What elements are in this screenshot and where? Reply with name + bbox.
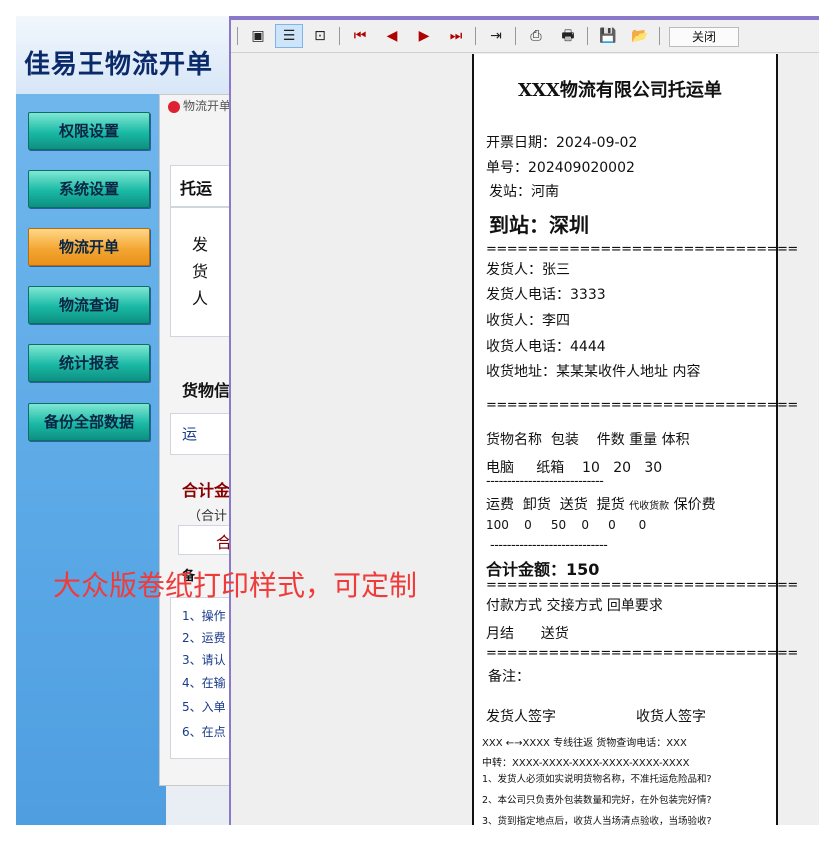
notice-item-5: 5、入单 (182, 700, 226, 714)
print-preview-window: ▣ ☰ ⊡ ⏮ ◀ ▶ ⏭ ⇥ ⎙ 🖶 💾 📂 关闭 XXX物流有限公司托运单 … (229, 16, 819, 825)
print-setup-icon[interactable]: ⎙ (523, 25, 549, 47)
fit-page-icon[interactable]: ⊡ (307, 25, 333, 47)
notice-item-3: 3、请认 (182, 653, 226, 667)
receipt-separator: ============================== (486, 578, 798, 593)
app-title: 佳易王物流开单 (24, 50, 214, 80)
receipt-receiver-signature: 收货人签字 (636, 709, 706, 725)
receipt-order-no: 单号：202409020002 (486, 160, 635, 176)
receipt-total: 合计金额：150 (486, 560, 600, 579)
last-page-icon[interactable]: ⏭ (443, 25, 469, 47)
receipt-separator: ============================== (486, 398, 798, 413)
total-sub-label: （合计 (188, 509, 228, 524)
receipt-receiver-phone: 收货人电话：4444 (486, 339, 606, 355)
toolbar-grip (237, 27, 238, 45)
preview-toolbar: ▣ ☰ ⊡ ⏮ ◀ ▶ ⏭ ⇥ ⎙ 🖶 💾 📂 关闭 (231, 20, 819, 53)
order-form-tab-label: 物流开单 (183, 99, 232, 113)
receipt-from-station: 发站：河南 (489, 184, 559, 200)
toolbar-separator (475, 27, 476, 45)
receipt-paper: XXX物流有限公司托运单 开票日期：2024-09-02 单号：20240902… (472, 54, 798, 825)
shipper-label-3: 人 (192, 289, 209, 308)
sidebar-item-permissions[interactable]: 权限设置 (28, 112, 150, 150)
receipt-to-station: 到站：深圳 (489, 213, 589, 237)
receipt-dash-separator: ---------------------------- (486, 474, 604, 489)
open-icon[interactable]: 📂 (627, 25, 653, 47)
sidebar-item-logistics-order[interactable]: 物流开单 (28, 228, 150, 266)
save-icon[interactable]: 💾 (595, 25, 621, 47)
receipt-transfer: 中转：XXXX-XXXX-XXXX-XXXX-XXXX-XXXX (482, 758, 690, 769)
first-page-icon[interactable]: ⏮ (347, 25, 373, 47)
receipt-term-2: 2、本公司只负责外包装数量和完好，在外包装完好情? (482, 795, 712, 806)
receipt-date: 开票日期：2024-09-02 (486, 135, 638, 151)
sidebar: 权限设置 系统设置 物流开单 物流查询 统计报表 备份全部数据 (16, 94, 166, 825)
shipper-label-2: 货 (192, 262, 209, 281)
receipt-fee-row: 100 0 50 0 0 0 (486, 518, 647, 532)
notice-item-2: 2、运费 (182, 631, 226, 645)
screenshot-frame: 佳易王物流开单 权限设置 系统设置 物流开单 物流查询 统计报表 备份全部数据 … (16, 16, 819, 825)
goods-info-label: 货物信 (182, 381, 231, 400)
receipt-route: XXX ←→XXXX 专线往返 货物查询电话：XXX (482, 738, 687, 749)
receipt-fee-header-b: 代收货款 (629, 501, 670, 512)
sidebar-item-reports[interactable]: 统计报表 (28, 344, 150, 382)
single-page-icon[interactable]: ▣ (245, 25, 271, 47)
receipt-fee-header: 运费 卸货 送货 提货 代收货款 保价费 (486, 494, 716, 514)
receipt-dash-separator: ---------------------------- (490, 538, 608, 553)
shipper-label-1: 发 (192, 235, 209, 254)
sidebar-item-backup[interactable]: 备份全部数据 (28, 403, 150, 441)
toolbar-separator (515, 27, 516, 45)
next-page-icon[interactable]: ▶ (411, 25, 437, 47)
receipt-payment-row: 月结 送货 (486, 626, 569, 642)
receipt-receiver: 收货人：李四 (486, 313, 570, 329)
receipt-separator: ============================== (486, 242, 798, 257)
receipt-fee-header-c: 保价费 (673, 497, 716, 513)
sidebar-item-logistics-query[interactable]: 物流查询 (28, 286, 150, 324)
toolbar-separator (339, 27, 340, 45)
order-form-tab[interactable]: 物流开单 (168, 97, 231, 114)
receipt-term-1: 1、发货人必须如实说明货物名称，不准托运危险品和? (482, 774, 712, 785)
close-button[interactable]: 关闭 (669, 27, 739, 47)
prev-page-icon[interactable]: ◀ (379, 25, 405, 47)
toolbar-separator (587, 27, 588, 45)
receipt-remark: 备注： (488, 669, 530, 685)
receipt-title: XXX物流有限公司托运单 (518, 80, 722, 101)
promo-watermark: 大众版卷纸打印样式，可定制 (53, 569, 418, 602)
receipt-sender-phone: 发货人电话：3333 (486, 287, 606, 303)
receipt-address: 收货地址：某某某收件人地址 内容 (486, 364, 701, 380)
notice-item-4: 4、在输 (182, 676, 226, 690)
receipt-fee-header-a: 运费 卸货 送货 提货 (486, 497, 625, 513)
receipt-term-3: 3、货到指定地点后，收货人当场清点验收，当场验收? (482, 816, 712, 825)
transport-label: 运 (182, 425, 198, 443)
notice-item-6: 6、在点 (182, 725, 226, 739)
notice-item-1: 1、操作 (182, 609, 226, 623)
toolbar-separator (659, 27, 660, 45)
consignment-tab-label[interactable]: 托运 (180, 175, 212, 199)
total-label: 合计金 (182, 481, 231, 500)
receipt-payment-header: 付款方式 交接方式 回单要求 (486, 598, 663, 614)
receipt-separator: ============================== (486, 646, 798, 661)
page-width-icon[interactable]: ☰ (275, 24, 303, 48)
receipt-sender-signature: 发货人签字 (486, 709, 556, 725)
receipt-sender: 发货人：张三 (486, 262, 570, 278)
receipt-goods-header: 货物名称 包装 件数 重量 体积 (486, 432, 690, 448)
print-icon[interactable]: 🖶 (555, 25, 581, 47)
goto-page-icon[interactable]: ⇥ (483, 25, 509, 47)
app-logo-icon (168, 100, 180, 113)
sidebar-item-system-settings[interactable]: 系统设置 (28, 170, 150, 208)
